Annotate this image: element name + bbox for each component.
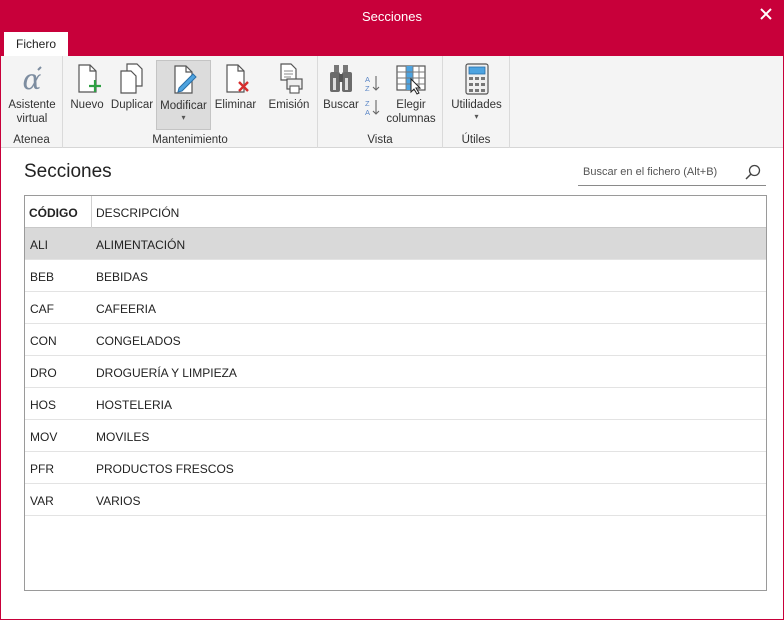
cell-codigo: ALI <box>30 238 49 252</box>
cell-descripcion: BEBIDAS <box>96 270 149 284</box>
cell-codigo: CAF <box>30 302 54 316</box>
elegir-label: Elegir <box>396 99 426 111</box>
sections-table: CÓDIGO DESCRIPCIÓN ALI ALIMENTACIÓN BEB BEB… <box>24 195 767 591</box>
table-row[interactable]: CON CONGELADOS <box>25 324 766 356</box>
emision-label: Emisión <box>268 99 310 111</box>
cell-codigo: BEB <box>30 270 55 284</box>
column-header-codigo[interactable]: CÓDIGO <box>29 206 78 220</box>
asistente-virtual-button[interactable]: α Asistente virtual <box>5 60 59 128</box>
utilidades-button[interactable]: Utilidades ▾ <box>448 60 505 128</box>
alpha-assistant-icon: α <box>23 63 42 96</box>
eliminar-button[interactable]: Eliminar <box>213 60 258 128</box>
duplicar-button[interactable]: Duplicar <box>109 60 155 128</box>
svg-text:Z: Z <box>365 99 370 108</box>
table-row[interactable]: PFR PRODUCTOS FRESCOS <box>25 452 766 484</box>
eliminar-label: Eliminar <box>214 99 257 111</box>
table-row[interactable]: VAR VARIOS <box>25 484 766 516</box>
ribbon: α Asistente virtual Atenea Nuevo Duplica… <box>1 56 783 148</box>
cell-descripcion: CONGELADOS <box>96 334 181 348</box>
table-row[interactable]: BEB BEBIDAS <box>25 260 766 292</box>
cell-codigo: PFR <box>30 462 54 476</box>
nuevo-label: Nuevo <box>70 99 104 111</box>
duplicate-icon <box>120 63 143 94</box>
table-row[interactable]: CAF CAFEERIA <box>25 292 766 324</box>
svg-text:Z: Z <box>365 84 370 92</box>
calculator-icon <box>464 63 489 95</box>
cell-codigo: HOS <box>30 398 57 412</box>
sort-ascending-icon[interactable]: A Z <box>364 74 380 92</box>
svg-text:A: A <box>365 108 370 116</box>
ribbon-tabs: Fichero <box>1 32 783 56</box>
page-title: Secciones <box>24 161 112 182</box>
cell-codigo: MOV <box>30 430 58 444</box>
table-row[interactable]: DRO DROGUERÍA Y LIMPIEZA <box>25 356 766 388</box>
sort-descending-icon[interactable]: Z A <box>364 98 380 116</box>
table-row[interactable]: MOV MOVILES <box>25 420 766 452</box>
svg-text:A: A <box>365 75 370 84</box>
ribbon-group-mantenimiento: Nuevo Duplicar Modificar ▾ Eliminar Emis… <box>63 56 318 148</box>
cell-descripcion: VARIOS <box>96 494 141 508</box>
cell-codigo: VAR <box>30 494 54 508</box>
cell-descripcion: MOVILES <box>96 430 150 444</box>
delete-document-icon <box>225 64 249 93</box>
table-header: CÓDIGO DESCRIPCIÓN <box>25 196 766 228</box>
duplicar-label: Duplicar <box>110 99 154 111</box>
emision-button[interactable]: Emisión <box>266 60 312 128</box>
asistente-label: Asistente <box>8 99 56 111</box>
edit-document-icon <box>173 65 197 94</box>
title-bar: Secciones <box>1 1 783 32</box>
buscar-button[interactable]: Buscar <box>322 60 360 128</box>
binoculars-icon <box>330 65 352 92</box>
table-row[interactable]: ALI ALIMENTACIÓN <box>25 228 766 260</box>
utilidades-label: Utilidades <box>451 99 502 111</box>
nuevo-button[interactable]: Nuevo <box>67 60 107 128</box>
choose-columns-icon <box>396 65 426 95</box>
group-label-mantenimiento: Mantenimiento <box>152 134 228 146</box>
column-header-descripcion[interactable]: DESCRIPCIÓN <box>96 206 179 220</box>
columnas-label: columnas <box>386 113 436 125</box>
table-row[interactable]: HOS HOSTELERIA <box>25 388 766 420</box>
cell-descripcion: ALIMENTACIÓN <box>96 238 186 252</box>
cell-descripcion: HOSTELERIA <box>96 398 173 412</box>
ribbon-group-atenea: α Asistente virtual Atenea <box>1 56 63 148</box>
group-label-utiles: Útiles <box>461 134 491 146</box>
close-icon[interactable] <box>757 5 775 23</box>
modificar-button[interactable]: Modificar ▾ <box>156 60 211 130</box>
tab-fichero[interactable]: Fichero <box>4 32 68 56</box>
search-icon[interactable] <box>744 163 762 181</box>
group-label-atenea: Atenea <box>13 134 50 146</box>
column-separator <box>91 196 92 228</box>
cell-descripcion: DROGUERÍA Y LIMPIEZA <box>96 366 237 380</box>
cell-codigo: CON <box>30 334 57 348</box>
utilidades-dropdown-arrow[interactable]: ▾ <box>448 113 505 121</box>
ribbon-group-vista: Buscar A Z Z A Elegir columnas Vista <box>318 56 443 148</box>
cell-descripcion: CAFEERIA <box>96 302 157 316</box>
ribbon-group-utiles: Utilidades ▾ Útiles <box>443 56 510 148</box>
search-input[interactable]: Buscar en el fichero (Alt+B) <box>578 159 766 186</box>
modificar-dropdown-arrow[interactable]: ▾ <box>157 114 210 122</box>
modificar-label: Modificar <box>160 100 207 112</box>
cell-descripcion: PRODUCTOS FRESCOS <box>96 462 234 476</box>
print-icon <box>280 63 303 94</box>
virtual-label: virtual <box>16 113 48 125</box>
new-document-icon <box>78 64 101 93</box>
app-window: Secciones Fichero α Asistente virtual At… <box>0 0 784 620</box>
window-title: Secciones <box>362 9 422 24</box>
search-placeholder: Buscar en el fichero (Alt+B) <box>583 166 718 178</box>
buscar-label: Buscar <box>323 99 359 111</box>
cell-codigo: DRO <box>30 366 57 380</box>
group-label-vista: Vista <box>367 134 393 146</box>
elegir-columnas-button[interactable]: Elegir columnas <box>384 60 438 128</box>
